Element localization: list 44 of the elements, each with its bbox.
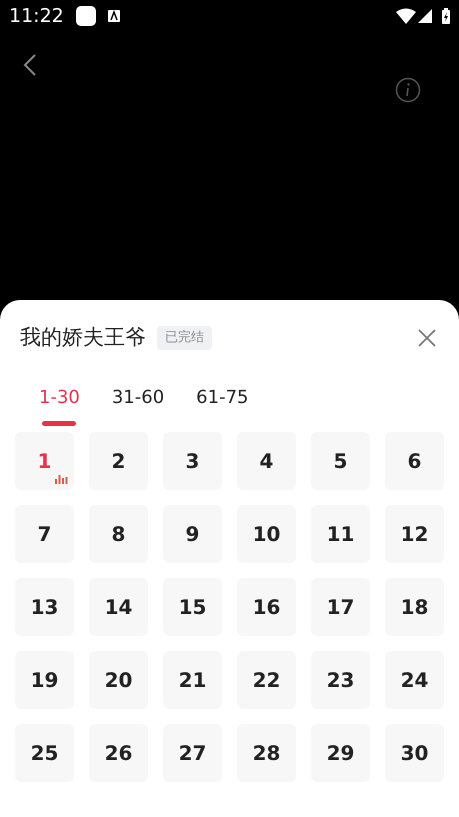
notification-icon: [108, 10, 120, 22]
episode-tile[interactable]: 22: [237, 650, 296, 708]
episode-tile[interactable]: 11: [311, 504, 370, 562]
wifi-icon: [396, 8, 416, 24]
episode-tile[interactable]: 30: [385, 724, 444, 782]
episode-tile[interactable]: 1: [15, 432, 74, 490]
episode-tile[interactable]: 23: [311, 650, 370, 708]
episode-tile[interactable]: 9: [163, 504, 222, 562]
episode-tile[interactable]: 26: [89, 724, 148, 782]
episode-tile[interactable]: 7: [15, 504, 74, 562]
episode-tile[interactable]: 4: [237, 432, 296, 490]
info-button[interactable]: [395, 77, 421, 103]
episode-tile[interactable]: 27: [163, 724, 222, 782]
episode-tile[interactable]: 8: [89, 504, 148, 562]
episode-tile[interactable]: 2: [89, 432, 148, 490]
episode-tile[interactable]: 25: [15, 724, 74, 782]
episode-tile[interactable]: 13: [15, 578, 74, 636]
episode-tile[interactable]: 20: [89, 650, 148, 708]
episode-tile[interactable]: 18: [385, 578, 444, 636]
episode-tile[interactable]: 19: [15, 650, 74, 708]
status-time: 11:22: [9, 4, 64, 29]
close-button[interactable]: [418, 328, 438, 348]
episode-tile[interactable]: 29: [311, 724, 370, 782]
drama-title: 我的娇夫王爷: [20, 324, 146, 351]
episode-tile[interactable]: 28: [237, 724, 296, 782]
episode-tile[interactable]: 3: [163, 432, 222, 490]
episode-tile[interactable]: 5: [311, 432, 370, 490]
episode-tile[interactable]: 16: [237, 578, 296, 636]
episode-tile[interactable]: 21: [163, 650, 222, 708]
episode-tile[interactable]: 12: [385, 504, 444, 562]
battery-icon: [442, 8, 450, 24]
status-badge: 已完结: [157, 326, 212, 350]
episode-tile[interactable]: 24: [385, 650, 444, 708]
episode-tile[interactable]: 10: [237, 504, 296, 562]
range-tab[interactable]: 31-60: [112, 378, 164, 426]
signal-icon: [418, 9, 432, 23]
episode-tile[interactable]: 15: [163, 578, 222, 636]
episode-tile[interactable]: 6: [385, 432, 444, 490]
playing-icon: [55, 474, 68, 484]
range-tab[interactable]: 61-75: [196, 378, 248, 426]
notification-icon: [76, 6, 96, 26]
episode-tile[interactable]: 17: [311, 578, 370, 636]
episode-tile[interactable]: 14: [89, 578, 148, 636]
range-tab[interactable]: 1-30: [39, 378, 80, 426]
